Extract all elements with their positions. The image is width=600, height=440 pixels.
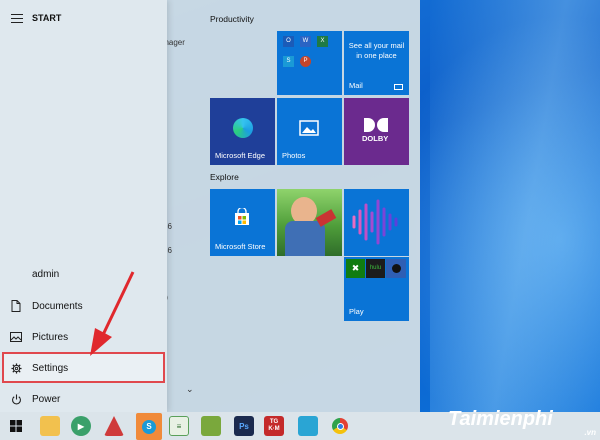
game-character-body — [285, 221, 325, 256]
nav-label-documents: Documents — [32, 300, 83, 312]
photos-icon — [299, 120, 319, 136]
photos-tile[interactable]: Photos — [277, 98, 342, 165]
audio-app-tile[interactable] — [344, 189, 409, 256]
document-icon — [0, 291, 32, 321]
skype-taskbar-icon[interactable]: S — [136, 413, 162, 440]
nav-item-user[interactable]: admin — [0, 259, 167, 289]
excel-icon: X — [317, 36, 328, 47]
game-tile[interactable] — [277, 189, 342, 256]
nav-label-pictures: Pictures — [32, 331, 69, 343]
notepad-icon[interactable] — [298, 416, 318, 436]
gear-icon — [0, 353, 32, 383]
user-icon — [0, 259, 32, 289]
nav-item-pictures[interactable]: Pictures — [0, 322, 167, 352]
nav-label-settings: Settings — [32, 362, 69, 374]
photos-tile-label: Photos — [282, 151, 306, 160]
file-explorer-icon[interactable] — [40, 416, 60, 436]
chrome-icon[interactable] — [330, 416, 350, 436]
green-doc-icon[interactable]: ≡ — [169, 416, 189, 436]
mail-tile-label: Mail — [349, 81, 363, 90]
group-title-productivity: Productivity — [210, 14, 254, 24]
start-title: START — [32, 13, 62, 23]
soundwave-icon — [352, 199, 398, 245]
shears-icon — [315, 209, 337, 227]
disney-icon — [386, 259, 406, 278]
play-tile[interactable]: ✖ hulu Play — [344, 257, 409, 321]
office-apps-tile[interactable]: O W X S P — [277, 31, 342, 95]
store-tile[interactable]: Microsoft Store — [210, 189, 275, 256]
powerpoint-icon: P — [300, 56, 311, 67]
nav-label-power: Power — [32, 393, 61, 405]
nav-item-documents[interactable]: Documents — [0, 291, 167, 321]
photoshop-icon[interactable]: Ps — [234, 416, 254, 436]
start-menu: anager 56 56 t) ⌄ START admin Documents … — [0, 0, 420, 412]
play-tile-label: Play — [349, 307, 364, 316]
envelope-icon — [394, 84, 403, 90]
hulu-icon: hulu — [366, 259, 385, 278]
store-tile-label: Microsoft Store — [215, 242, 266, 251]
xbox-icon: ✖ — [346, 259, 365, 278]
green-app-icon[interactable]: ▶ — [71, 416, 91, 436]
outlook-icon: O — [283, 36, 294, 47]
edge-icon — [233, 118, 253, 138]
user-name: admin — [32, 268, 60, 280]
wallpaper-light-beam — [430, 0, 600, 412]
nav-item-power[interactable]: Power — [0, 384, 167, 414]
hamburger-menu-icon[interactable] — [11, 14, 23, 23]
dolby-logo-icon — [364, 118, 388, 132]
dolby-tile[interactable]: DOLBY — [344, 98, 409, 165]
mail-tile-text: See all your mail in one place — [348, 41, 405, 60]
word-icon: W — [300, 36, 311, 47]
pictures-icon — [0, 322, 32, 352]
edge-tile[interactable]: Microsoft Edge — [210, 98, 275, 165]
game-taskbar-icon[interactable] — [201, 416, 221, 436]
watermark-logo: Taimienphi .vn — [448, 408, 598, 438]
mail-tile[interactable]: See all your mail in one place Mail — [344, 31, 409, 95]
edge-tile-label: Microsoft Edge — [215, 151, 266, 160]
dolby-tile-label: DOLBY — [362, 134, 389, 143]
tg-app-icon[interactable]: TG K·M — [264, 416, 284, 436]
nav-item-settings[interactable]: Settings — [0, 353, 167, 383]
watermark-domain: .vn — [584, 428, 596, 437]
start-icon[interactable] — [6, 416, 26, 436]
power-icon — [0, 384, 32, 414]
start-nav-pane: START admin Documents Pictures Settings — [0, 0, 167, 412]
store-bag-icon — [235, 208, 249, 225]
chevron-down-icon[interactable]: ⌄ — [186, 384, 194, 395]
group-title-explore: Explore — [210, 172, 239, 182]
watermark-brand: Taimienphi — [448, 408, 553, 430]
skype-icon: S — [283, 56, 294, 67]
